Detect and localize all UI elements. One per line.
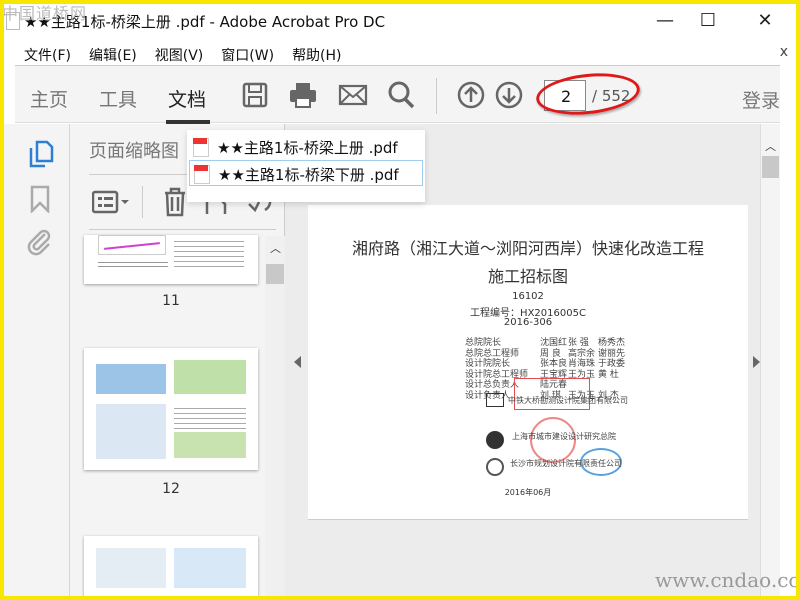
doc-code1: 16102 <box>512 291 544 302</box>
minimize-button[interactable]: — <box>645 6 685 36</box>
thumbnail-page-13[interactable] <box>84 536 258 596</box>
document-scrollbar[interactable]: ︿ <box>760 124 780 596</box>
pdf-file-icon <box>193 138 209 157</box>
dropdown-item-volume-1[interactable]: ★★主路1标-桥梁上册 .pdf <box>189 134 423 160</box>
login-button[interactable]: 登录 <box>742 86 780 113</box>
thumbnail-page-11[interactable] <box>84 235 258 284</box>
panel-scrollbar[interactable]: ︿ <box>265 236 285 596</box>
previous-page-icon[interactable] <box>456 80 486 110</box>
maximize-button[interactable]: ☐ <box>688 6 728 36</box>
thumbnail-label-12: 12 <box>162 481 180 497</box>
company-logo-1 <box>486 393 504 407</box>
menu-help[interactable]: 帮助(H) <box>292 45 341 65</box>
print-icon[interactable] <box>288 80 318 110</box>
doc-title: 湘府路（湘江大道～浏阳河西岸）快速化改造工程 <box>351 239 704 258</box>
company-logo-2 <box>486 431 504 449</box>
expand-right-pane-arrow-icon[interactable] <box>753 356 760 368</box>
thumbnail-options-icon[interactable] <box>92 190 130 214</box>
doc-subtitle: 施工招标图 <box>487 267 568 286</box>
tab-home[interactable]: 主页 <box>30 85 68 112</box>
menu-edit[interactable]: 编辑(E) <box>89 45 137 65</box>
menu-view[interactable]: 视图(V) <box>155 45 204 65</box>
watermark-top: 中国道桥网 <box>2 4 88 23</box>
pdf-file-icon <box>194 165 210 184</box>
page-thumbnails-icon[interactable] <box>28 140 54 168</box>
dropdown-item-volume-2[interactable]: ★★主路1标-桥梁下册 .pdf <box>189 160 423 186</box>
menu-bar: 文件(F) 编辑(E) 视图(V) 窗口(W) 帮助(H) <box>24 45 342 65</box>
tab-tools[interactable]: 工具 <box>99 85 137 112</box>
thumbnail-page-12[interactable] <box>84 348 258 470</box>
tab-switcher-dropdown: ★★主路1标-桥梁上册 .pdf ★★主路1标-桥梁下册 .pdf <box>187 130 425 202</box>
thumbnail-label-11: 11 <box>162 293 180 309</box>
panel-title: 页面缩略图 <box>89 141 179 162</box>
close-button[interactable]: ✕ <box>745 6 785 36</box>
menu-file[interactable]: 文件(F) <box>24 45 71 65</box>
panel-divider <box>89 229 276 230</box>
email-icon[interactable] <box>338 80 368 110</box>
next-page-icon[interactable] <box>494 80 524 110</box>
tab-document[interactable]: 文档 <box>168 85 206 112</box>
save-icon[interactable] <box>240 80 270 110</box>
bookmark-icon[interactable] <box>30 185 50 213</box>
toolbar-divider <box>436 78 437 114</box>
company-2: 上海市城市建设设计研究总院 <box>512 432 616 441</box>
close-document-button[interactable]: x <box>780 44 788 60</box>
company-3: 长沙市规划设计院有限责任公司 <box>510 459 622 468</box>
doc-date: 2016年06月 <box>504 488 552 497</box>
delete-icon[interactable] <box>163 187 187 217</box>
search-icon[interactable] <box>386 80 416 110</box>
doc-code3: 2016-306 <box>503 317 553 328</box>
watermark-bottom: www.cndao.com <box>655 568 800 592</box>
attachment-icon[interactable] <box>27 228 53 256</box>
menu-window[interactable]: 窗口(W) <box>221 45 274 65</box>
document-scroll-thumb[interactable] <box>762 156 779 178</box>
company-1: 中铁大桥勘测设计院集团有限公司 <box>508 396 628 405</box>
panel-scroll-thumb[interactable] <box>266 264 284 284</box>
pdf-page: 湘府路（湘江大道～浏阳河西岸）快速化改造工程 施工招标图 16102 工程编号：… <box>308 205 748 520</box>
collapse-panel-arrow-icon[interactable] <box>294 356 301 368</box>
panel-toolbar-divider <box>142 186 143 218</box>
company-logo-3 <box>486 458 504 476</box>
